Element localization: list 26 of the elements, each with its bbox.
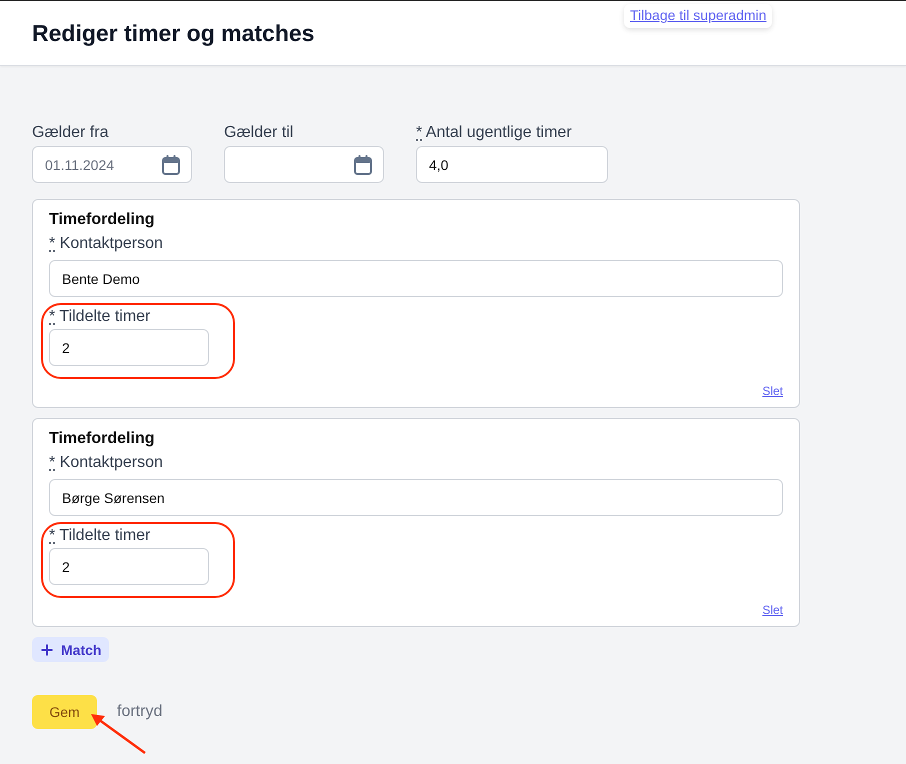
- input-field[interactable]: 2: [49, 329, 209, 366]
- page-title: Rediger timer og matches: [32, 19, 314, 48]
- input-field[interactable]: Bente Demo: [49, 260, 783, 297]
- field-label: * Tildelte timer: [49, 307, 150, 327]
- date-field[interactable]: 01.11.2024: [32, 146, 192, 183]
- cancel-link[interactable]: fortryd: [117, 703, 162, 721]
- save-button[interactable]: Gem: [32, 695, 97, 729]
- input-field[interactable]: Børge Sørensen: [49, 479, 783, 516]
- field-label: * Kontaktperson: [49, 453, 163, 473]
- field-label: Gælder fra: [32, 123, 108, 143]
- calendar-icon: [354, 154, 372, 174]
- input-field[interactable]: 4,0: [416, 146, 608, 183]
- plus-icon: [41, 644, 53, 656]
- card-title: Timefordeling: [49, 429, 156, 449]
- delete-link[interactable]: Slet: [762, 383, 783, 399]
- field-label: * Kontaktperson: [49, 234, 163, 254]
- calendar-icon: [162, 154, 180, 174]
- delete-link[interactable]: Slet: [762, 602, 783, 618]
- input-field[interactable]: 2: [49, 548, 209, 585]
- back-link[interactable]: Tilbage til superadmin: [624, 4, 772, 28]
- field-label: * Tildelte timer: [49, 526, 150, 546]
- date-field[interactable]: [224, 146, 384, 183]
- field-label: Gælder til: [224, 123, 294, 143]
- add-match-button[interactable]: Match: [32, 637, 110, 662]
- field-label: * Antal ugentlige timer: [416, 123, 572, 143]
- card-title: Timefordeling: [49, 210, 156, 230]
